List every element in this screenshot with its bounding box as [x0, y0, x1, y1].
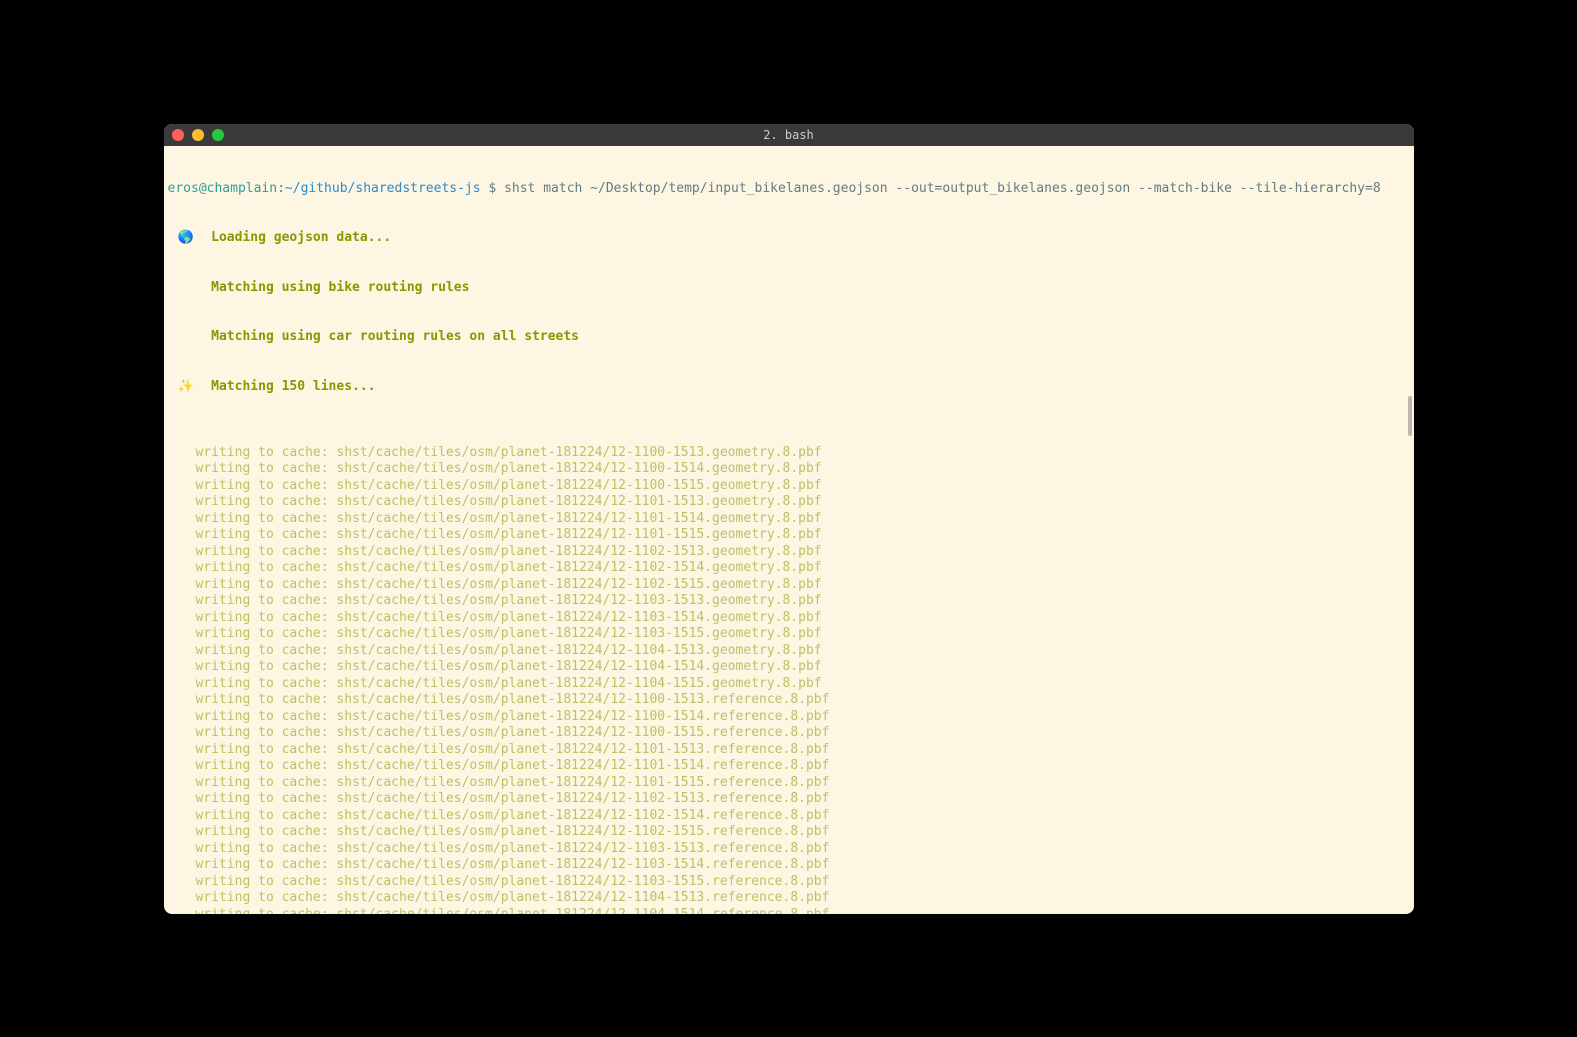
cache-line: writing to cache: shst/cache/tiles/osm/p… [168, 445, 1410, 462]
prompt-path: ~/github/sharedstreets-js [285, 181, 481, 196]
status-loading: 🌎 Loading geojson data... [168, 230, 1410, 247]
cache-line: writing to cache: shst/cache/tiles/osm/p… [168, 709, 1410, 726]
cache-line: writing to cache: shst/cache/tiles/osm/p… [168, 544, 1410, 561]
cache-line: writing to cache: shst/cache/tiles/osm/p… [168, 610, 1410, 627]
cache-output: writing to cache: shst/cache/tiles/osm/p… [168, 445, 1410, 914]
cache-line: writing to cache: shst/cache/tiles/osm/p… [168, 577, 1410, 594]
terminal-window: 2. bash eros@champlain:~/github/sharedst… [164, 124, 1414, 914]
cache-line: writing to cache: shst/cache/tiles/osm/p… [168, 626, 1410, 643]
window-title: 2. bash [164, 128, 1414, 142]
traffic-lights [172, 129, 224, 141]
prompt-symbol: $ [488, 181, 496, 196]
close-icon[interactable] [172, 129, 184, 141]
cache-line: writing to cache: shst/cache/tiles/osm/p… [168, 890, 1410, 907]
cache-line: writing to cache: shst/cache/tiles/osm/p… [168, 643, 1410, 660]
status-matching: ✨ Matching 150 lines... [168, 379, 1410, 396]
cache-line: writing to cache: shst/cache/tiles/osm/p… [168, 824, 1410, 841]
sparkle-icon: ✨ [168, 379, 196, 396]
prompt-host: @champlain [199, 181, 277, 196]
minimize-icon[interactable] [192, 129, 204, 141]
cache-line: writing to cache: shst/cache/tiles/osm/p… [168, 527, 1410, 544]
status-bike-rules: Matching using bike routing rules [168, 280, 1410, 297]
cache-line: writing to cache: shst/cache/tiles/osm/p… [168, 725, 1410, 742]
cache-line: writing to cache: shst/cache/tiles/osm/p… [168, 791, 1410, 808]
cache-line: writing to cache: shst/cache/tiles/osm/p… [168, 560, 1410, 577]
cache-line: writing to cache: shst/cache/tiles/osm/p… [168, 742, 1410, 759]
cache-line: writing to cache: shst/cache/tiles/osm/p… [168, 874, 1410, 891]
command-text: shst match ~/Desktop/temp/input_bikelane… [504, 181, 1381, 196]
globe-icon: 🌎 [168, 230, 196, 247]
cache-line: writing to cache: shst/cache/tiles/osm/p… [168, 511, 1410, 528]
cache-line: writing to cache: shst/cache/tiles/osm/p… [168, 808, 1410, 825]
prompt-user: eros [168, 181, 199, 196]
cache-line: writing to cache: shst/cache/tiles/osm/p… [168, 676, 1410, 693]
status-car-rules: Matching using car routing rules on all … [168, 329, 1410, 346]
cache-line: writing to cache: shst/cache/tiles/osm/p… [168, 758, 1410, 775]
cache-line: writing to cache: shst/cache/tiles/osm/p… [168, 478, 1410, 495]
cache-line: writing to cache: shst/cache/tiles/osm/p… [168, 857, 1410, 874]
maximize-icon[interactable] [212, 129, 224, 141]
cache-line: writing to cache: shst/cache/tiles/osm/p… [168, 659, 1410, 676]
cache-line: writing to cache: shst/cache/tiles/osm/p… [168, 461, 1410, 478]
cache-line: writing to cache: shst/cache/tiles/osm/p… [168, 907, 1410, 914]
cache-line: writing to cache: shst/cache/tiles/osm/p… [168, 692, 1410, 709]
cache-line: writing to cache: shst/cache/tiles/osm/p… [168, 775, 1410, 792]
cache-line: writing to cache: shst/cache/tiles/osm/p… [168, 494, 1410, 511]
prompt-line: eros@champlain:~/github/sharedstreets-js… [168, 181, 1410, 198]
scrollbar-thumb[interactable] [1408, 396, 1412, 436]
titlebar: 2. bash [164, 124, 1414, 146]
cache-line: writing to cache: shst/cache/tiles/osm/p… [168, 593, 1410, 610]
cache-line: writing to cache: shst/cache/tiles/osm/p… [168, 841, 1410, 858]
terminal-body[interactable]: eros@champlain:~/github/sharedstreets-js… [164, 146, 1414, 914]
